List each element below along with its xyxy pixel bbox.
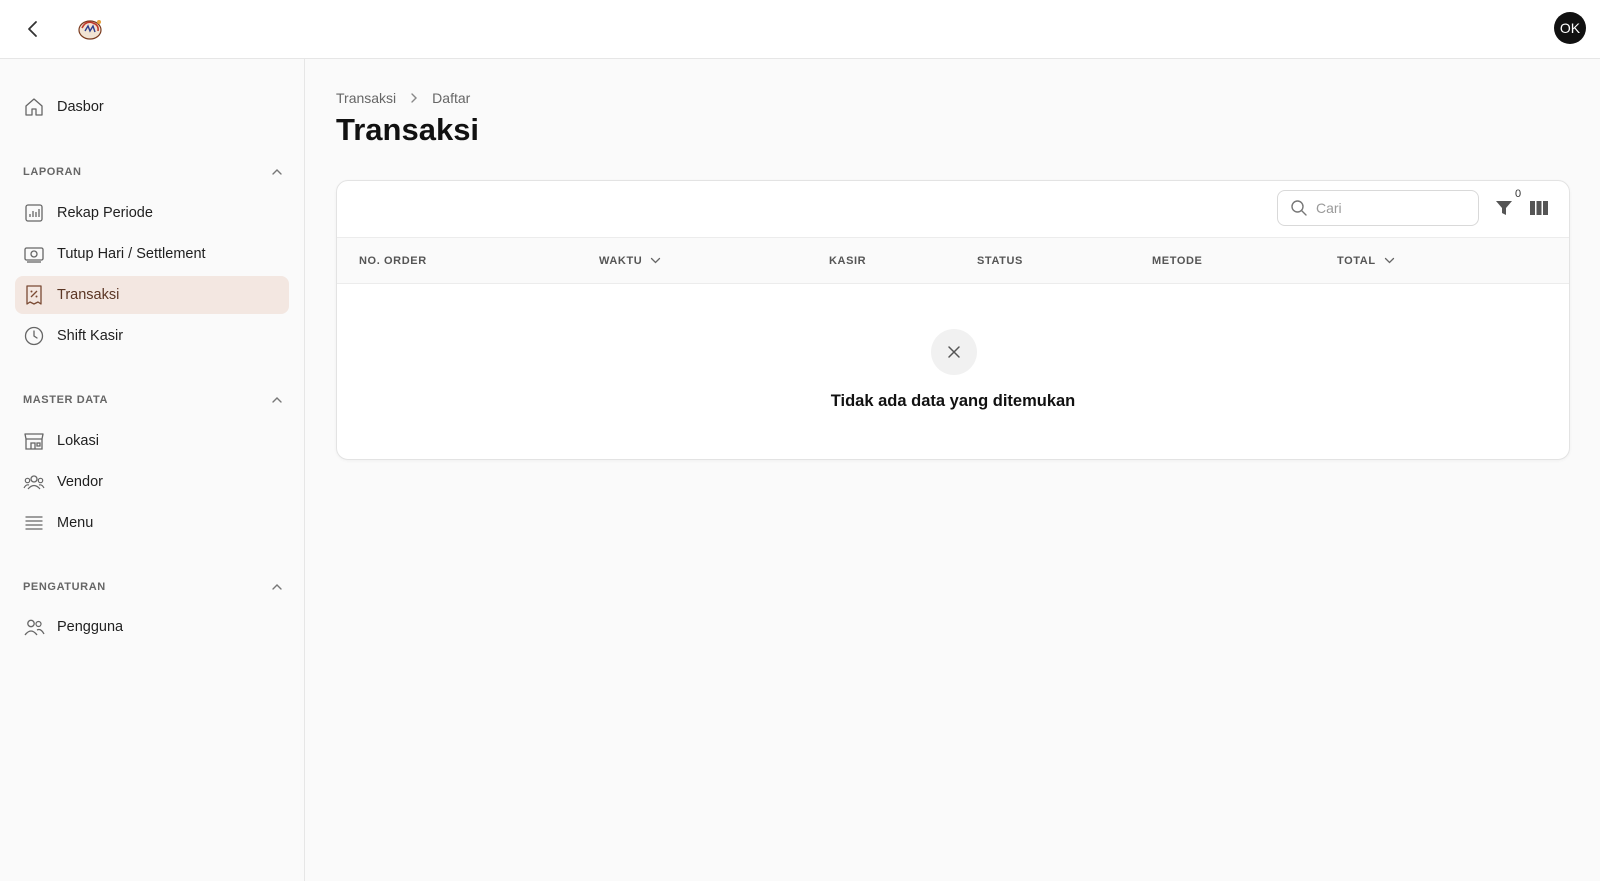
sidebar-item-dasbor[interactable]: Dasbor [15,88,289,126]
sidebar-item-transaksi[interactable]: Transaksi [15,276,289,314]
column-header-metode[interactable]: METODE [1152,238,1202,283]
sidebar-item-label: Menu [57,515,94,531]
column-header-total[interactable]: TOTAL [1337,238,1395,283]
sidebar-item-pengguna[interactable]: Pengguna [15,608,289,646]
users-icon [23,616,45,638]
sidebar-item-menu[interactable]: Menu [15,504,289,542]
columns-icon [1529,200,1549,216]
sidebar-item-label: Tutup Hari / Settlement [57,246,206,262]
column-header-label: METODE [1152,254,1203,267]
chevron-down-icon [650,257,661,264]
column-header-waktu[interactable]: WAKTU [599,238,661,283]
sidebar: Dasbor LAPORAN Rekap Periode Tutup Hari … [0,59,305,881]
section-title: MASTER DATA [23,394,109,406]
chevron-down-icon [1384,257,1395,264]
breadcrumb-item-transaksi[interactable]: Transaksi [336,90,396,106]
column-header-label: TOTAL [1337,254,1376,267]
column-header-label: NO. ORDER [359,254,427,267]
sidebar-item-tutup-hari[interactable]: Tutup Hari / Settlement [15,235,289,273]
column-header-no-order[interactable]: NO. ORDER [359,238,427,283]
sidebar-item-label: Dasbor [57,99,104,115]
users-group-icon [23,471,45,493]
filter-count-badge: 0 [1515,188,1522,200]
clock-icon [23,325,45,347]
bar-chart-icon [23,202,45,224]
page-title: Transaksi [336,112,480,147]
search-box[interactable] [1277,190,1479,226]
column-header-label: KASIR [829,254,867,267]
sidebar-item-label: Transaksi [57,287,120,303]
sidebar-item-label: Lokasi [57,433,99,449]
columns-toggle-button[interactable] [1528,197,1550,219]
section-title: PENGATURAN [23,581,106,593]
sidebar-item-label: Rekap Periode [57,205,153,221]
sidebar-item-vendor[interactable]: Vendor [15,463,289,501]
sidebar-item-label: Vendor [57,474,103,490]
close-icon [931,329,977,375]
section-laporan-toggle[interactable]: LAPORAN [23,162,283,182]
search-icon [1290,199,1308,217]
sidebar-item-shift-kasir[interactable]: Shift Kasir [15,317,289,355]
sidebar-item-label: Shift Kasir [57,328,124,344]
banknote-icon [23,243,45,265]
filter-icon [1495,199,1513,217]
chevron-up-icon [271,168,283,176]
breadcrumb: Transaksi Daftar [336,88,470,108]
column-header-label: WAKTU [599,254,643,267]
sidebar-item-lokasi[interactable]: Lokasi [15,422,289,460]
user-avatar[interactable]: OK [1554,12,1586,44]
receipt-icon [23,284,45,306]
brand-logo-icon[interactable] [77,16,105,42]
filter-button[interactable] [1493,197,1515,219]
section-title: LAPORAN [23,166,82,178]
chevron-up-icon [271,396,283,404]
chevron-up-icon [271,583,283,591]
sidebar-item-label: Pengguna [57,619,124,635]
search-input[interactable] [1316,200,1466,216]
transactions-table-card: 0 NO. ORDER WAKTU KASIR STATUS METODE TO… [336,180,1570,460]
back-button[interactable] [20,16,46,42]
top-bar: OK [0,0,1600,59]
menu-list-icon [23,512,45,534]
column-header-status[interactable]: STATUS [977,238,1023,283]
sidebar-item-rekap-periode[interactable]: Rekap Periode [15,194,289,232]
column-header-label: STATUS [977,254,1023,267]
chevron-right-icon [410,92,418,104]
breadcrumb-item-daftar: Daftar [432,90,471,106]
section-pengaturan-toggle[interactable]: PENGATURAN [23,577,283,597]
column-header-kasir[interactable]: KASIR [829,238,866,283]
store-icon [23,430,45,452]
section-master-data-toggle[interactable]: MASTER DATA [23,390,283,410]
table-header: NO. ORDER WAKTU KASIR STATUS METODE TOTA… [337,237,1569,284]
home-icon [23,96,45,118]
empty-state-message: Tidak ada data yang ditemukan [830,392,1076,410]
chevron-left-icon [26,20,40,38]
